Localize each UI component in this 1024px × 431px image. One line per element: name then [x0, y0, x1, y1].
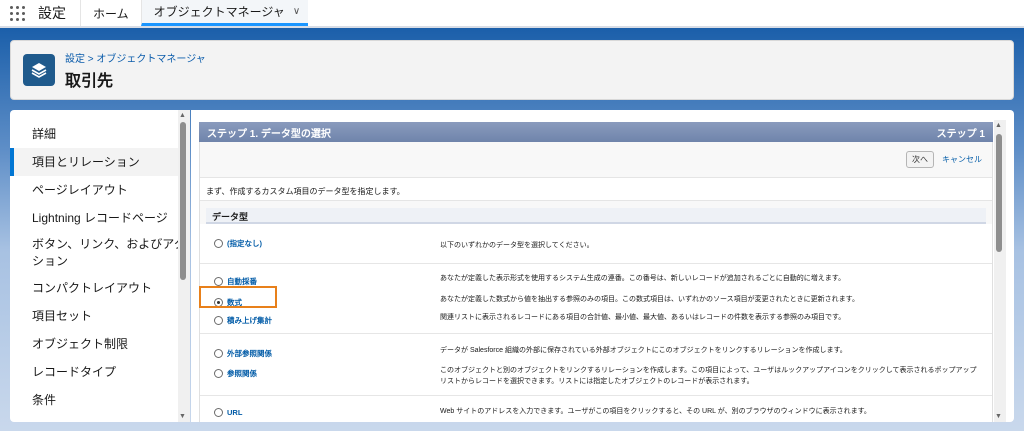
- sidebar-item-details[interactable]: 詳細: [10, 120, 187, 148]
- cancel-link[interactable]: キャンセル: [942, 154, 982, 165]
- sidebar-item-buttons-links-actions[interactable]: ボタン、リンク、およびアクション: [10, 232, 187, 274]
- step-counter: ステップ 1: [936, 128, 985, 140]
- step-title: ステップ 1. データ型の選択: [207, 128, 331, 140]
- option-none[interactable]: (指定なし): [214, 238, 262, 249]
- radio-button[interactable]: [214, 239, 223, 248]
- sidebar-scroll-thumb[interactable]: [180, 122, 186, 280]
- option-description: あなたが定義した表示形式を使用するシステム生成の連番。この番号は、新しいレコード…: [440, 275, 846, 282]
- sidebar-item-lightning-record-pages[interactable]: Lightning レコードページ: [10, 204, 187, 232]
- tab-object-manager[interactable]: オブジェクトマネージャ ∨: [140, 0, 309, 26]
- sidebar-item-compact-layouts[interactable]: コンパクトレイアウト: [10, 274, 187, 302]
- option-description: あなたが定義した数式から値を抽出する参照のみの項目。この数式項目は、いずれかのソ…: [440, 296, 859, 303]
- sidebar-item-conditions[interactable]: 条件: [10, 386, 187, 414]
- button-row: 次へ キャンセル: [906, 151, 982, 168]
- scroll-down-icon[interactable]: ▼: [179, 413, 186, 420]
- sidebar-item-field-sets[interactable]: 項目セット: [10, 302, 187, 330]
- object-sidebar: 詳細 項目とリレーション ページレイアウト Lightning レコードページ …: [10, 110, 187, 422]
- option-label: URL: [227, 408, 243, 417]
- page-title: 取引先: [65, 72, 114, 90]
- option-label: 外部参照関係: [227, 349, 272, 358]
- app-name: 設定: [38, 5, 66, 21]
- step-body: 次へ キャンセル まず、作成するカスタム項目のデータ型を指定します。 データ型 …: [199, 142, 993, 422]
- next-button[interactable]: 次へ: [906, 151, 934, 168]
- layers-icon: [23, 54, 55, 86]
- radio-button[interactable]: [214, 316, 223, 325]
- main-scrollbar[interactable]: ▲ ▼: [994, 120, 1006, 422]
- option-external-lookup[interactable]: 外部参照関係: [214, 348, 272, 359]
- radio-button[interactable]: [214, 277, 223, 286]
- option-url[interactable]: URL: [214, 408, 242, 417]
- list-item: URL Web サイトのアドレスを入力できます。ユーザがこの項目をクリックすると…: [200, 396, 992, 422]
- radio-button[interactable]: [214, 369, 223, 378]
- breadcrumb[interactable]: 設定 > オブジェクトマネージャ: [65, 50, 206, 65]
- radio-button[interactable]: [214, 408, 223, 417]
- list-item: 外部参照関係 データが Salesforce 組織の外部に保存されている外部オブ…: [200, 334, 992, 396]
- tab-object-manager-label: オブジェクトマネージャ: [153, 5, 285, 19]
- sidebar-item-record-types[interactable]: レコードタイプ: [10, 358, 187, 386]
- sidebar-item-page-layouts[interactable]: ページレイアウト: [10, 176, 187, 204]
- option-description: データが Salesforce 組織の外部に保存されている外部オブジェクトにこの…: [440, 347, 847, 354]
- option-rollup-summary[interactable]: 積み上げ集計: [214, 315, 272, 326]
- section-title: データ型: [206, 208, 986, 224]
- option-description: このオブジェクトと別のオブジェクトをリンクするリレーションを作成します。この項目…: [440, 367, 977, 385]
- data-type-list: (指定なし) 以下のいずれかのデータ型を選択してください。 自動採番 あなたが定…: [200, 224, 992, 422]
- global-nav: 設定 ホーム オブジェクトマネージャ ∨: [0, 0, 1024, 28]
- option-lookup[interactable]: 参照関係: [214, 368, 257, 379]
- scroll-down-icon[interactable]: ▼: [995, 413, 1002, 420]
- sidebar-scrollbar[interactable]: ▲ ▼: [178, 110, 190, 422]
- radio-button[interactable]: [214, 349, 223, 358]
- sidebar-item-fields-relationships[interactable]: 項目とリレーション: [10, 148, 187, 176]
- option-label: 参照関係: [227, 369, 257, 378]
- selection-highlight: [199, 286, 277, 308]
- sidebar-item-object-limits[interactable]: オブジェクト制限: [10, 330, 187, 358]
- option-label: 積み上げ集計: [227, 316, 272, 325]
- step-header: ステップ 1. データ型の選択 ステップ 1: [199, 122, 993, 142]
- scroll-up-icon[interactable]: ▲: [995, 122, 1002, 129]
- tab-home[interactable]: ホーム: [80, 0, 141, 26]
- object-header: 設定 > オブジェクトマネージャ 取引先: [10, 40, 1014, 100]
- wizard-panel: ステップ 1. データ型の選択 ステップ 1 次へ キャンセル まず、作成するカ…: [191, 110, 1014, 422]
- intro-text: まず、作成するカスタム項目のデータ型を指定します。: [200, 177, 992, 201]
- list-item: (指定なし) 以下のいずれかのデータ型を選択してください。: [200, 224, 992, 264]
- scroll-up-icon[interactable]: ▲: [179, 112, 186, 119]
- option-description: 以下のいずれかのデータ型を選択してください。: [440, 242, 594, 249]
- option-label: (指定なし): [227, 239, 262, 248]
- option-description: Web サイトのアドレスを入力できます。ユーザがこの項目をクリックすると、その …: [440, 408, 871, 415]
- app-launcher-icon[interactable]: [0, 0, 34, 26]
- main-scroll-thumb[interactable]: [996, 134, 1002, 252]
- list-item: 自動採番 あなたが定義した表示形式を使用するシステム生成の連番。この番号は、新し…: [200, 264, 992, 334]
- option-description: 関連リストに表示されるレコードにある項目の合計値、最小値、最大値、あるいはレコー…: [440, 314, 846, 321]
- chevron-down-icon[interactable]: ∨: [293, 6, 300, 17]
